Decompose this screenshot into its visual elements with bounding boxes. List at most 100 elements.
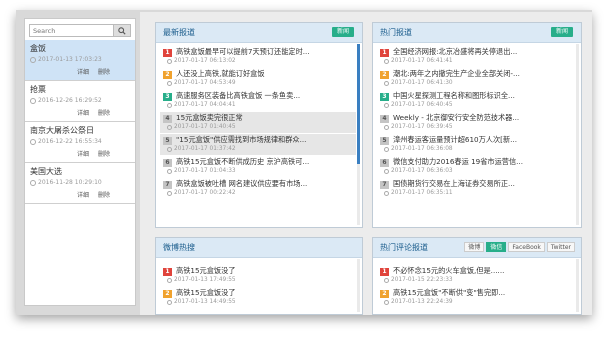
clock-icon [167, 190, 172, 196]
list-item[interactable]: 2 潮北:两年之内撤完生产企业全部关闭-... 2017-01-17 06:41:3… [377, 68, 575, 89]
news-title: 人还没上高铁,就能订好盒饭 [176, 69, 265, 78]
list-item[interactable]: 1 不必怀念15元的火车盒饭,但是...... 2017-01-15 22:23:3… [377, 265, 575, 286]
list-item[interactable]: 5 "15元盒饭"供应需找到市场规律和群众... 2017-01-17 01:37:… [160, 134, 356, 155]
list-item[interactable]: 1 全国经济网报:北京冶盛将再关停退出... 2017-01-17 06:41:41 [377, 46, 575, 67]
news-title: 中国火星探测工程名称和图形标识全... [393, 91, 515, 100]
list-item[interactable]: 2 人还没上高铁,就能订好盒饭 2017-01-17 04:53:49 [160, 68, 356, 89]
rank-badge: 6 [380, 159, 389, 167]
topic-time: 2016-12-22 16:55:34 [30, 138, 102, 145]
tab-wechat[interactable]: 微信 [486, 242, 507, 252]
list-item[interactable]: 1 高铁盒饭最早可以提前7天预订还能定时... 2017-01-17 06:13:0… [160, 46, 356, 67]
scrollbar[interactable] [357, 44, 360, 225]
topic-item[interactable]: 抢票 2016-12-26 16:29:52 详细 删除 [25, 81, 135, 122]
topic-title: 抢票 [30, 85, 46, 94]
rank-badge: 2 [380, 290, 389, 298]
news-list: 1 全国经济网报:北京冶盛将再关停退出... 2017-01-17 06:41:41… [373, 44, 581, 227]
rank-badge: 1 [380, 268, 389, 276]
topic-time: 2016-11-28 10:29:10 [30, 179, 102, 186]
topic-title: 美国大选 [30, 167, 62, 176]
scrollbar[interactable] [576, 44, 579, 225]
topic-time: 2017-01-13 17:03:23 [30, 56, 102, 63]
clock-icon [384, 168, 389, 174]
news-title: 全国经济网报:北京冶盛将再关停退出... [393, 47, 518, 56]
magnifier-icon [118, 26, 126, 35]
delete-link[interactable]: 删除 [98, 69, 110, 76]
scrollbar[interactable] [576, 259, 579, 312]
rank-badge: 5 [380, 137, 389, 145]
source-tabs: 微博 微信 FaceBook Twitter [462, 242, 575, 252]
detail-link[interactable]: 详细 [77, 192, 89, 199]
news-list: 1 高铁盒饭最早可以提前7天预订还能定时... 2017-01-17 06:13:0… [156, 44, 362, 227]
detail-link[interactable]: 详细 [77, 110, 89, 117]
tab-facebook[interactable]: FaceBook [508, 242, 545, 252]
list-item[interactable]: 1 高铁15元盒饭没了 2017-01-13 17:49:55 [160, 265, 356, 286]
clock-icon [384, 124, 389, 130]
news-title: 高铁15元盒饭不断供成历史 京沪高铁可... [176, 157, 310, 166]
clock-icon [384, 146, 389, 152]
detail-link[interactable]: 详细 [77, 69, 89, 76]
news-button[interactable]: 新闻 [550, 27, 573, 37]
clock-icon [384, 277, 389, 283]
clock-icon [30, 56, 36, 63]
scrollbar-thumb[interactable] [357, 44, 360, 164]
rank-badge: 3 [380, 93, 389, 101]
list-item[interactable]: 7 国债期货行交易在上海证券交易所正... 2017-01-17 06:35:11 [377, 178, 575, 199]
search-bar [29, 24, 131, 37]
news-title: 高铁盒饭被吐槽 网名建议供应要有市场... [176, 179, 308, 188]
list-item[interactable]: 6 微信支付助力2016春运 19省市运营信... 2017-01-17 06:36… [377, 156, 575, 177]
clock-icon [30, 138, 36, 145]
rank-badge: 4 [163, 115, 172, 123]
rank-badge: 3 [163, 93, 172, 101]
list-item[interactable]: 3 中国火星探测工程名称和图形标识全... 2017-01-17 06:40:45 [377, 90, 575, 111]
clock-icon [167, 277, 172, 283]
search-input[interactable] [29, 24, 114, 37]
delete-link[interactable]: 删除 [98, 192, 110, 199]
list-item[interactable]: 4 Weekly - 北京御安行安全防范技术器... 2017-01-17 06:3… [377, 112, 575, 133]
clock-icon [167, 146, 172, 152]
list-item[interactable]: 5 漳州春运客运量预计超610万人次[新... 2017-01-17 06:36:0… [377, 134, 575, 155]
rank-badge: 4 [380, 115, 389, 123]
panel-title: 热门评论报道 [380, 243, 428, 252]
delete-link[interactable]: 删除 [98, 151, 110, 158]
panel-title: 微博热搜 [163, 243, 195, 252]
news-title: 高铁15元盒饭没了 [176, 288, 236, 297]
weibo-hot-panel: 微博热搜 1 高铁15元盒饭没了 2017-01-13 17:49:55 2 高铁15… [155, 237, 363, 315]
list-item[interactable]: 3 高速服务区装备比高铁盒饭 一条鱼卖... 2017-01-17 04:04:41 [160, 90, 356, 111]
topic-item[interactable]: 美国大选 2016-11-28 10:29:10 详细 删除 [25, 163, 135, 204]
rank-badge: 7 [380, 181, 389, 189]
clock-icon [384, 190, 389, 196]
news-title: 15元盒饭卖完很正常 [176, 113, 243, 122]
news-button[interactable]: 新闻 [331, 27, 354, 37]
rank-badge: 5 [163, 137, 172, 145]
tab-twitter[interactable]: Twitter [546, 242, 575, 252]
rank-badge: 2 [163, 290, 172, 298]
clock-icon [384, 58, 389, 64]
news-title: 微信支付助力2016春运 19省市运营信... [393, 157, 524, 166]
topic-sidebar: 盒饭 2017-01-13 17:03:23 详细删除 抢票 2016-12-2… [24, 18, 136, 306]
topic-title: 盒饭 [30, 44, 46, 53]
clock-icon [30, 97, 36, 104]
scrollbar[interactable] [357, 259, 360, 312]
list-item[interactable]: 6 高铁15元盒饭不断供成历史 京沪高铁可... 2017-01-17 01:04:… [160, 156, 356, 177]
rank-badge: 1 [380, 49, 389, 57]
news-title: 不必怀念15元的火车盒饭,但是...... [393, 266, 505, 275]
news-title: 高铁盒饭最早可以提前7天预订还能定时... [176, 47, 310, 56]
list-item[interactable]: 2 高铁15元盒饭"不断供"变"售完即... 2017-01-13 22:24:39 [377, 287, 575, 308]
list-item[interactable]: 4 15元盒饭卖完很正常 2017-01-17 01:40:45 [160, 112, 356, 133]
news-title: 高铁15元盒饭"不断供"变"售完即... [393, 288, 506, 297]
news-title: 高铁15元盒饭没了 [176, 266, 236, 275]
clock-icon [167, 168, 172, 174]
topic-item[interactable]: 南京大屠杀公祭日 2016-12-22 16:55:34 详细 删除 [25, 122, 135, 163]
delete-link[interactable]: 删除 [98, 110, 110, 117]
topic-item[interactable]: 盒饭 2017-01-13 17:03:23 详细 删除 [25, 40, 135, 81]
rank-badge: 1 [163, 268, 172, 276]
list-item[interactable]: 2 高铁15元盒饭没了 2017-01-13 14:49:55 [160, 287, 356, 308]
search-button[interactable] [113, 24, 131, 37]
hot-news-panel: 热门报道 新闻 1 全国经济网报:北京冶盛将再关停退出... 2017-01-17 … [372, 22, 582, 228]
news-list: 1 高铁15元盒饭没了 2017-01-13 17:49:55 2 高铁15元盒饭没了… [156, 259, 362, 314]
list-item[interactable]: 7 高铁盒饭被吐槽 网名建议供应要有市场... 2017-01-17 00:22:4… [160, 178, 356, 199]
tab-weibo[interactable]: 微博 [464, 242, 485, 252]
topic-title: 南京大屠杀公祭日 [30, 126, 94, 135]
detail-link[interactable]: 详细 [77, 151, 89, 158]
rank-badge: 2 [380, 71, 389, 79]
